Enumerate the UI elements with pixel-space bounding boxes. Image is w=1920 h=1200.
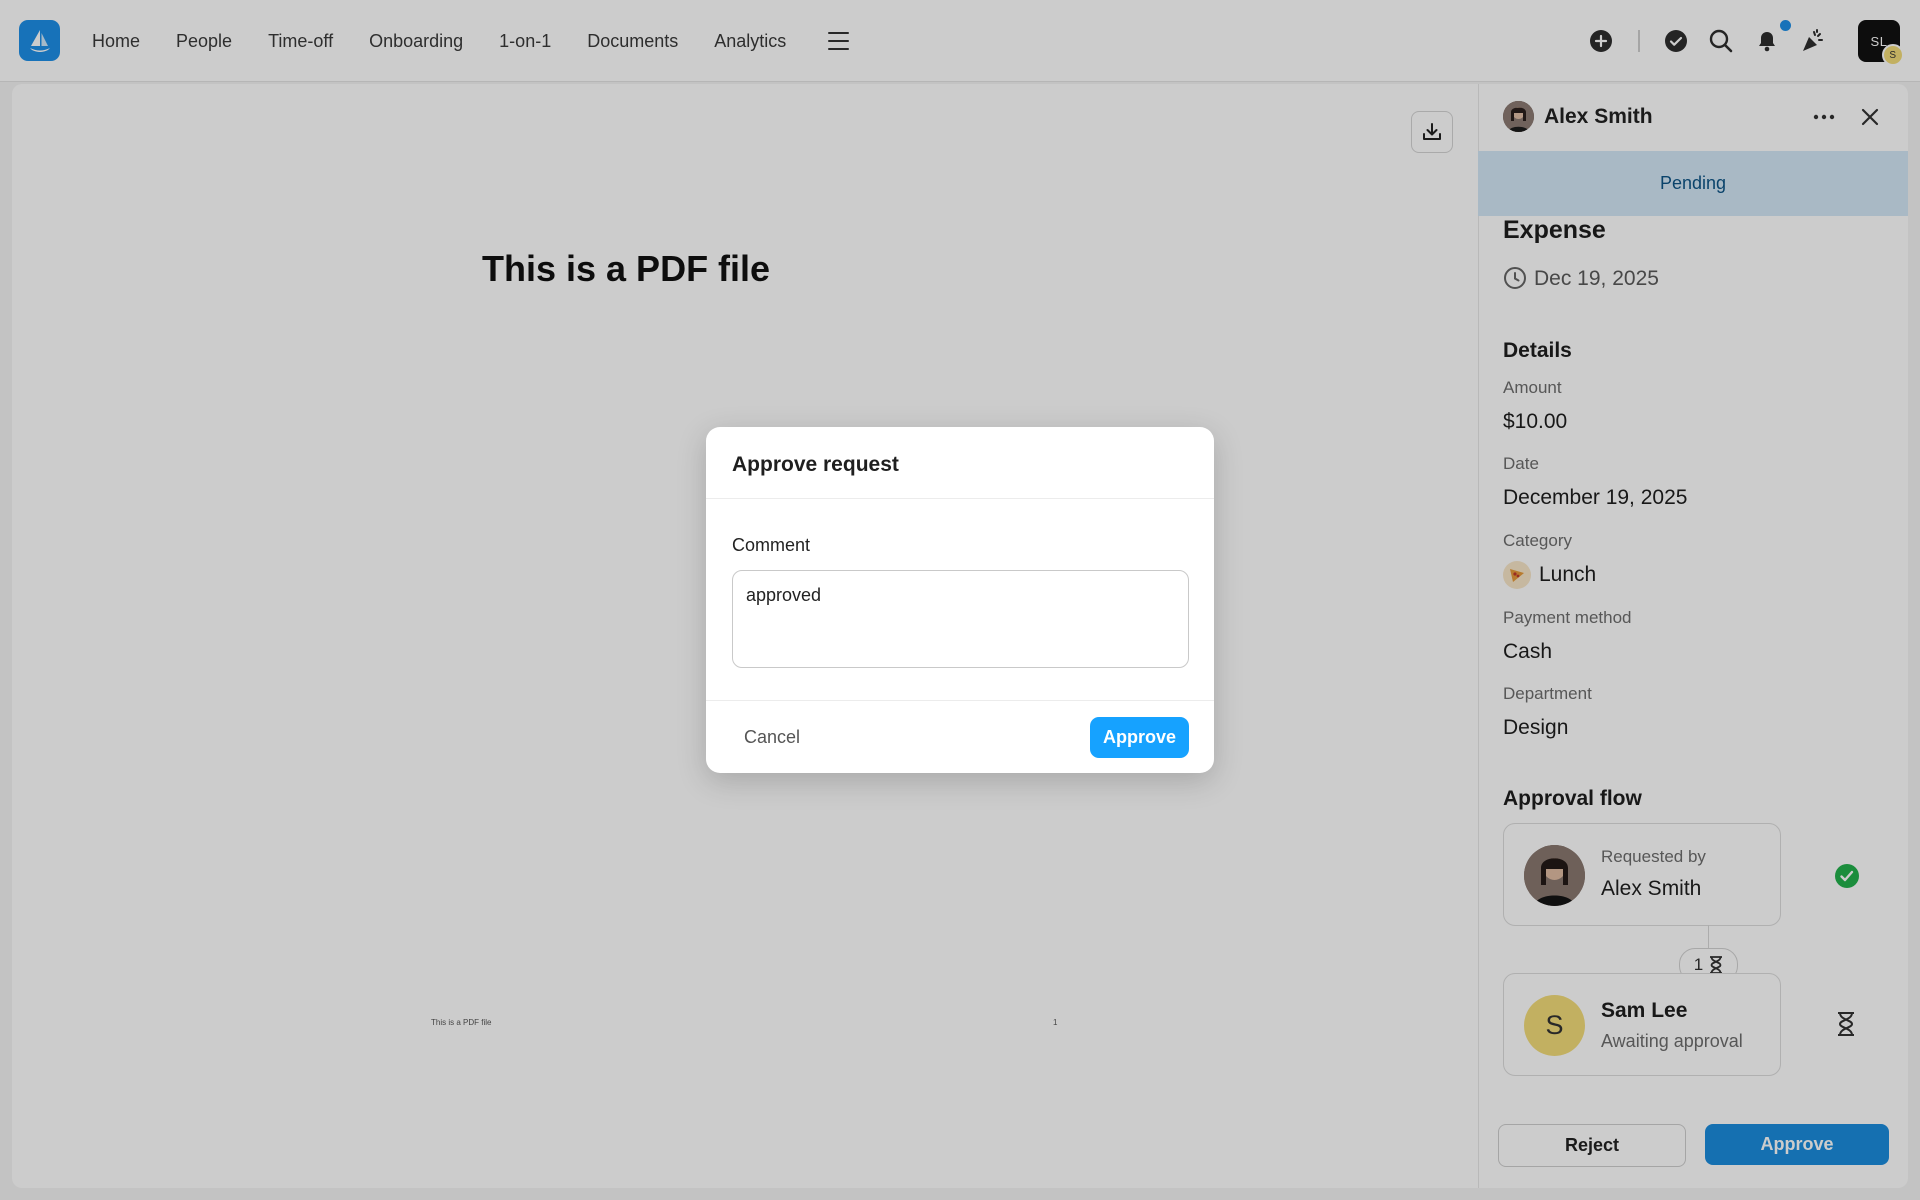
dialog-title: Approve request [732,453,899,476]
comment-label: Comment [732,535,811,555]
cancel-button[interactable]: Cancel [744,727,800,748]
dialog-divider-bottom [706,700,1214,701]
dialog-approve-button[interactable]: Approve [1090,717,1189,758]
comment-textarea[interactable]: approved [732,570,1189,668]
dialog-divider-top [706,498,1214,499]
approve-request-dialog: Approve request Comment approved Cancel … [706,427,1214,773]
